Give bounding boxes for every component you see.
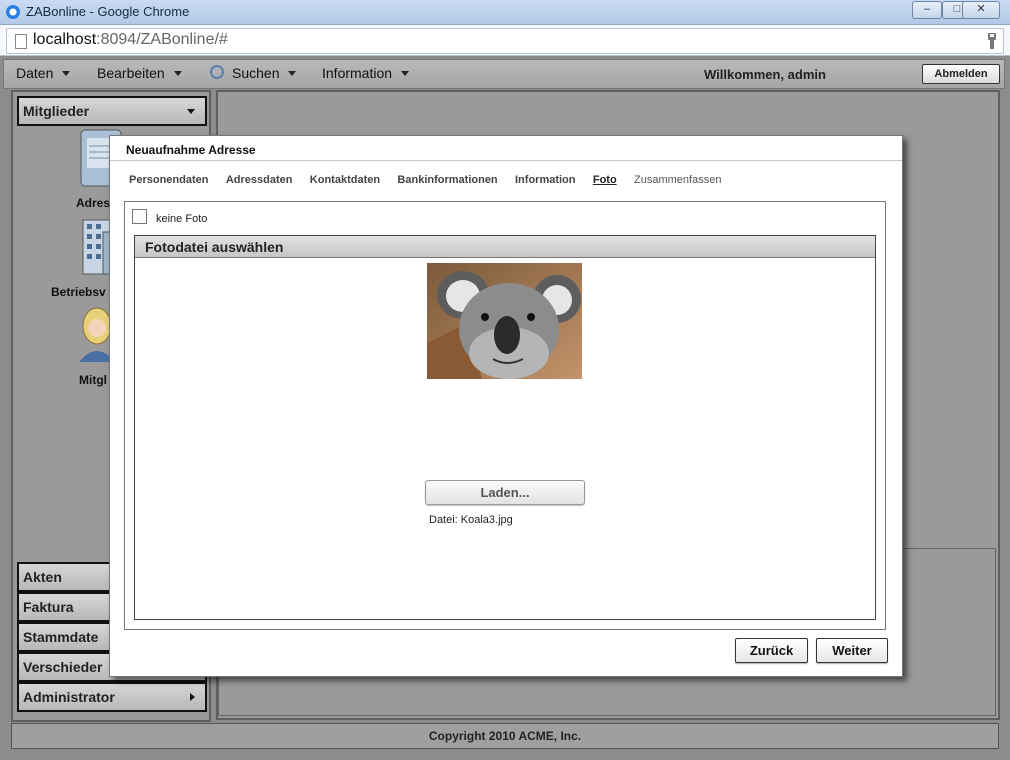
photo-file-panel: Fotodatei auswählen Laden... Datei: Koal…	[134, 235, 876, 620]
tab-personendaten[interactable]: Personendaten	[129, 174, 208, 186]
chevron-right-icon	[190, 693, 195, 701]
tab-kontaktdaten[interactable]: Kontaktdaten	[310, 174, 380, 186]
selected-file-label: Datei: Koala3.jpg	[429, 514, 513, 526]
nav-label-betriebsverwaltung: Betriebsv	[51, 285, 106, 299]
sidebar-header-mitglieder[interactable]: Mitglieder	[17, 96, 207, 126]
dialog-title: Neuaufnahme Adresse	[126, 143, 256, 157]
search-icon	[210, 65, 224, 79]
logout-button[interactable]: Abmelden	[922, 64, 1000, 84]
koala-photo	[427, 263, 582, 379]
chevron-down-icon	[401, 71, 410, 76]
menu-daten[interactable]: Daten	[16, 65, 71, 81]
chevron-down-icon	[187, 109, 195, 114]
no-photo-label: keine Foto	[156, 213, 208, 225]
footer: Copyright 2010 ACME, Inc.	[11, 723, 999, 749]
chevron-down-icon	[173, 71, 182, 76]
close-icon[interactable]: ✕	[962, 1, 1000, 19]
tab-bankinformationen[interactable]: Bankinformationen	[397, 174, 497, 186]
menu-suchen[interactable]: Suchen	[210, 65, 297, 81]
nav-label-mitglieder: Mitgl	[79, 373, 107, 387]
photo-form: keine Foto Fotodatei auswählen Laden... …	[124, 201, 886, 630]
load-button[interactable]: Laden...	[425, 480, 585, 505]
welcome-text: Willkommen, admin	[704, 67, 826, 82]
url-field[interactable]: localhost:8094/ZABonline/#	[6, 28, 1004, 54]
menu-bearbeiten[interactable]: Bearbeiten	[97, 65, 182, 81]
window-titlebar: ZABonline - Google Chrome – □ ✕	[0, 0, 1010, 25]
wrench-icon[interactable]	[987, 33, 997, 49]
chevron-down-icon	[288, 71, 297, 76]
next-button[interactable]: Weiter	[816, 638, 888, 663]
tab-adressdaten[interactable]: Adressdaten	[226, 174, 293, 186]
dialog-divider	[110, 160, 902, 161]
address-bar: localhost:8094/ZABonline/#	[0, 25, 1010, 56]
tab-information[interactable]: Information	[515, 174, 576, 186]
tab-foto[interactable]: Foto	[593, 174, 617, 186]
no-photo-checkbox[interactable]	[132, 209, 147, 224]
chevron-down-icon	[62, 71, 71, 76]
chrome-app-icon	[6, 5, 20, 19]
menubar: Daten Bearbeiten Suchen Information Will…	[3, 59, 1005, 89]
page-icon	[15, 34, 27, 49]
minimize-icon[interactable]: –	[912, 1, 942, 19]
new-address-dialog: Neuaufnahme Adresse Personendaten Adress…	[109, 135, 903, 677]
photo-panel-title: Fotodatei auswählen	[135, 236, 875, 258]
back-button[interactable]: Zurück	[735, 638, 808, 663]
sidebar-header-administrator[interactable]: Administrator	[17, 682, 207, 712]
tab-zusammenfassen[interactable]: Zusammenfassen	[634, 174, 721, 186]
url-text: localhost:8094/ZABonline/#	[33, 31, 228, 48]
window-title: ZABonline - Google Chrome	[26, 4, 190, 19]
dialog-tabs: Personendaten Adressdaten Kontaktdaten B…	[129, 172, 735, 186]
nav-label-adressen: Adres	[76, 196, 111, 210]
menu-information[interactable]: Information	[322, 65, 410, 81]
